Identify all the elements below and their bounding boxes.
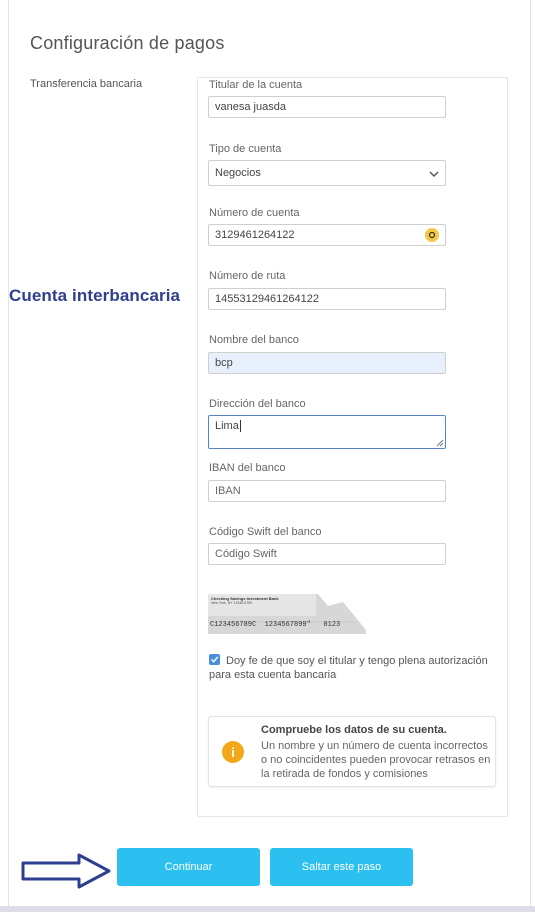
info-icon: i xyxy=(222,741,244,763)
consent-checkbox[interactable] xyxy=(209,654,220,665)
bank-address-label: Dirección del banco xyxy=(209,398,306,410)
account-holder-input[interactable]: vanesa juasda xyxy=(208,96,446,118)
skip-step-button[interactable]: Saltar este paso xyxy=(270,848,413,886)
bank-address-value: Lima xyxy=(215,420,239,432)
account-holder-label: Titular de la cuenta xyxy=(209,79,303,91)
check-micr-line: C123456789C 1234567899" 0123 xyxy=(210,621,341,629)
sample-check-image: Checking Savings Investment Bank New Yor… xyxy=(208,592,366,634)
routing-number-input[interactable]: 14553129461264122 xyxy=(208,288,446,310)
bank-address-textarea[interactable]: Lima xyxy=(208,415,446,449)
resize-handle-icon[interactable] xyxy=(436,439,444,447)
consent-row: Doy fe de que soy el titular y tengo ple… xyxy=(209,654,499,682)
bank-name-input[interactable]: bcp xyxy=(208,352,446,374)
iban-label: IBAN del banco xyxy=(209,462,286,474)
account-type-select[interactable]: Negocios xyxy=(208,160,446,186)
consent-text: Doy fe de que soy el titular y tengo ple… xyxy=(209,655,488,681)
bottom-scrollbar[interactable] xyxy=(0,906,535,912)
text-caret xyxy=(239,420,241,432)
chevron-down-icon xyxy=(429,171,439,178)
account-number-value: 3129461264122 xyxy=(215,229,295,241)
notice-title: Compruebe los datos de su cuenta. xyxy=(261,724,447,736)
notice-body: Un nombre y un número de cuenta incorrec… xyxy=(261,740,491,780)
password-manager-icon[interactable] xyxy=(425,228,439,242)
annotation-interbank-account: Cuenta interbancaria xyxy=(9,286,181,305)
check-bank-city: New York, NY 12345-6789 xyxy=(211,601,253,605)
account-type-label: Tipo de cuenta xyxy=(209,143,282,155)
swift-input[interactable]: Código Swift xyxy=(208,543,446,565)
swift-label: Código Swift del banco xyxy=(209,526,322,538)
checkmark-icon xyxy=(211,656,219,663)
page-title: Configuración de pagos xyxy=(30,33,225,53)
iban-input[interactable]: IBAN xyxy=(208,480,446,502)
arrow-right-icon xyxy=(21,853,111,889)
bank-name-label: Nombre del banco xyxy=(209,334,299,346)
account-number-input[interactable]: 3129461264122 xyxy=(208,224,446,246)
section-label-bank-transfer: Transferencia bancaria xyxy=(30,78,143,90)
routing-number-label: Número de ruta xyxy=(209,270,286,282)
continue-button[interactable]: Continuar xyxy=(117,848,260,886)
account-check-notice: i Compruebe los datos de su cuenta. Un n… xyxy=(208,716,496,787)
account-type-value: Negocios xyxy=(215,167,261,179)
account-number-label: Número de cuenta xyxy=(209,207,300,219)
